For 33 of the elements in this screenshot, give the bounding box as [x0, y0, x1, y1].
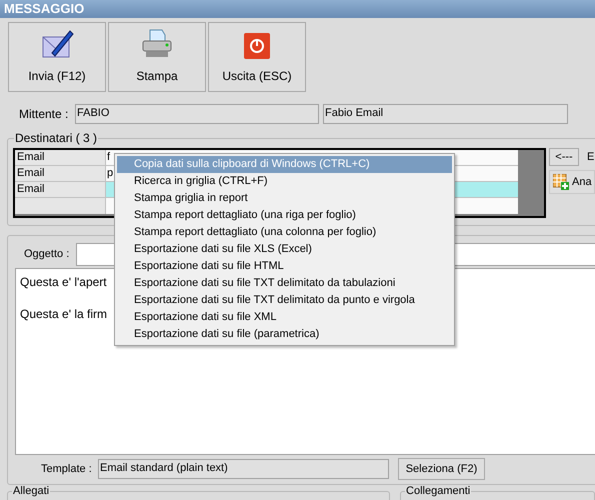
group-title: Destinatari ( 3 ) [14, 131, 98, 145]
table-cell: Email [15, 150, 106, 166]
toolbar-button[interactable]: Invia (F12) [8, 22, 106, 92]
menu-item[interactable]: Stampa report dettagliato (una colonna per foglio) [117, 224, 452, 241]
power-icon [242, 31, 272, 61]
menu-item[interactable]: Esportazione dati su file XLS (Excel) [117, 241, 452, 258]
menu-item[interactable]: Esportazione dati su file TXT delimitato da tabulazioni [117, 275, 452, 292]
menu-item[interactable]: Stampa griglia in report [117, 190, 452, 207]
move-left-button[interactable]: <--- [549, 148, 579, 166]
menu-item[interactable]: Esportazione dati su file TXT delimitato da punto e virgola [117, 292, 452, 309]
body-text: Questa e' la firm [20, 306, 107, 322]
button-label: E [587, 150, 594, 165]
template-field[interactable]: Email standard (plain text) [98, 459, 389, 479]
menu-item[interactable]: Esportazione dati su file (parametrica) [117, 326, 452, 343]
body-text: Questa e' l'apert [20, 274, 107, 290]
group-title: Collegamenti [405, 485, 472, 498]
analysis-button[interactable]: Ana [549, 170, 595, 194]
field-label: Oggetto : [23, 247, 70, 262]
sender-field[interactable]: FABIO [75, 104, 319, 124]
menu-item[interactable]: Stampa report dettagliato (una riga per foglio) [117, 207, 452, 224]
field-label: Template : [40, 462, 93, 477]
group-title: Allegati [12, 485, 50, 498]
table-cell: Email [15, 182, 106, 198]
window-title: MESSAGGIO [4, 0, 84, 18]
menu-item[interactable]: Esportazione dati su file XML [117, 309, 452, 326]
menu-item[interactable]: Ricerca in griglia (CTRL+F) [117, 173, 452, 190]
sender-name-field[interactable]: Fabio Email [323, 104, 568, 124]
grid-add-icon [553, 174, 569, 190]
field-label: Mittente : [19, 106, 70, 123]
table-cell: Email [15, 166, 106, 182]
select-button[interactable]: Seleziona (F2) [398, 458, 485, 480]
toolbar-button[interactable]: Uscita (ESC) [208, 22, 306, 92]
toolbar-button[interactable]: Stampa [108, 22, 206, 92]
